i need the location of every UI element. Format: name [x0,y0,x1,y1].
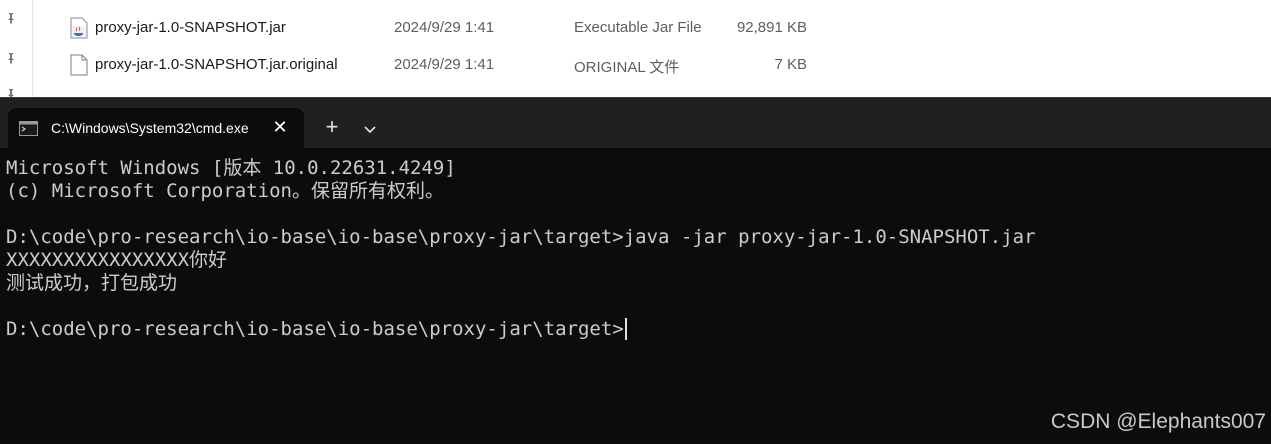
tab-dropdown-button[interactable] [358,117,382,141]
file-size: 7 KB [774,56,807,73]
file-size: 92,891 KB [736,19,807,36]
new-tab-button[interactable]: + [320,116,344,141]
console-line: 测试成功，打包成功 [6,272,178,294]
console-line: Microsoft Windows [版本 10.0.22631.4249] [6,157,456,179]
cmd-icon [19,121,38,136]
file-explorer-pane: proxy-jar-1.0-SNAPSHOT.jar 2024/9/29 1:4… [0,0,1271,100]
console-prompt-line[interactable]: D:\code\pro-research\io-base\io-base\pro… [6,318,1266,341]
file-name: proxy-jar-1.0-SNAPSHOT.jar [95,19,286,36]
file-type: Executable Jar File [574,19,702,36]
blank-file-icon [70,54,88,76]
java-jar-icon [70,17,88,39]
file-date: 2024/9/29 1:41 [394,19,495,36]
terminal-window[interactable]: C:\Windows\System32\cmd.exe ✕ + Microsof… [0,97,1271,444]
command-prompt: D:\code\pro-research\io-base\io-base\pro… [6,318,624,340]
terminal-tab[interactable]: C:\Windows\System32\cmd.exe ✕ [8,108,304,149]
file-name: proxy-jar-1.0-SNAPSHOT.jar.original [95,56,338,73]
file-date: 2024/9/29 1:41 [394,56,495,73]
terminal-titlebar[interactable]: C:\Windows\System32\cmd.exe ✕ + [0,97,1271,149]
close-tab-button[interactable]: ✕ [270,117,290,137]
file-type: ORIGINAL 文件 [574,59,680,76]
file-row[interactable]: proxy-jar-1.0-SNAPSHOT.jar.original 2024… [0,47,1271,83]
text-cursor [624,318,627,340]
tab-title: C:\Windows\System32\cmd.exe [51,120,249,136]
console-line: (c) Microsoft Corporation。保留所有权利。 [6,180,444,202]
file-row[interactable]: proxy-jar-1.0-SNAPSHOT.jar 2024/9/29 1:4… [0,10,1271,46]
chevron-down-icon [364,126,376,134]
console-output[interactable]: Microsoft Windows [版本 10.0.22631.4249] (… [6,157,1266,437]
console-line: XXXXXXXXXXXXXXXX你好 [6,249,228,271]
watermark: CSDN @Elephants007 [1050,410,1266,433]
console-line: D:\code\pro-research\io-base\io-base\pro… [6,226,1036,248]
